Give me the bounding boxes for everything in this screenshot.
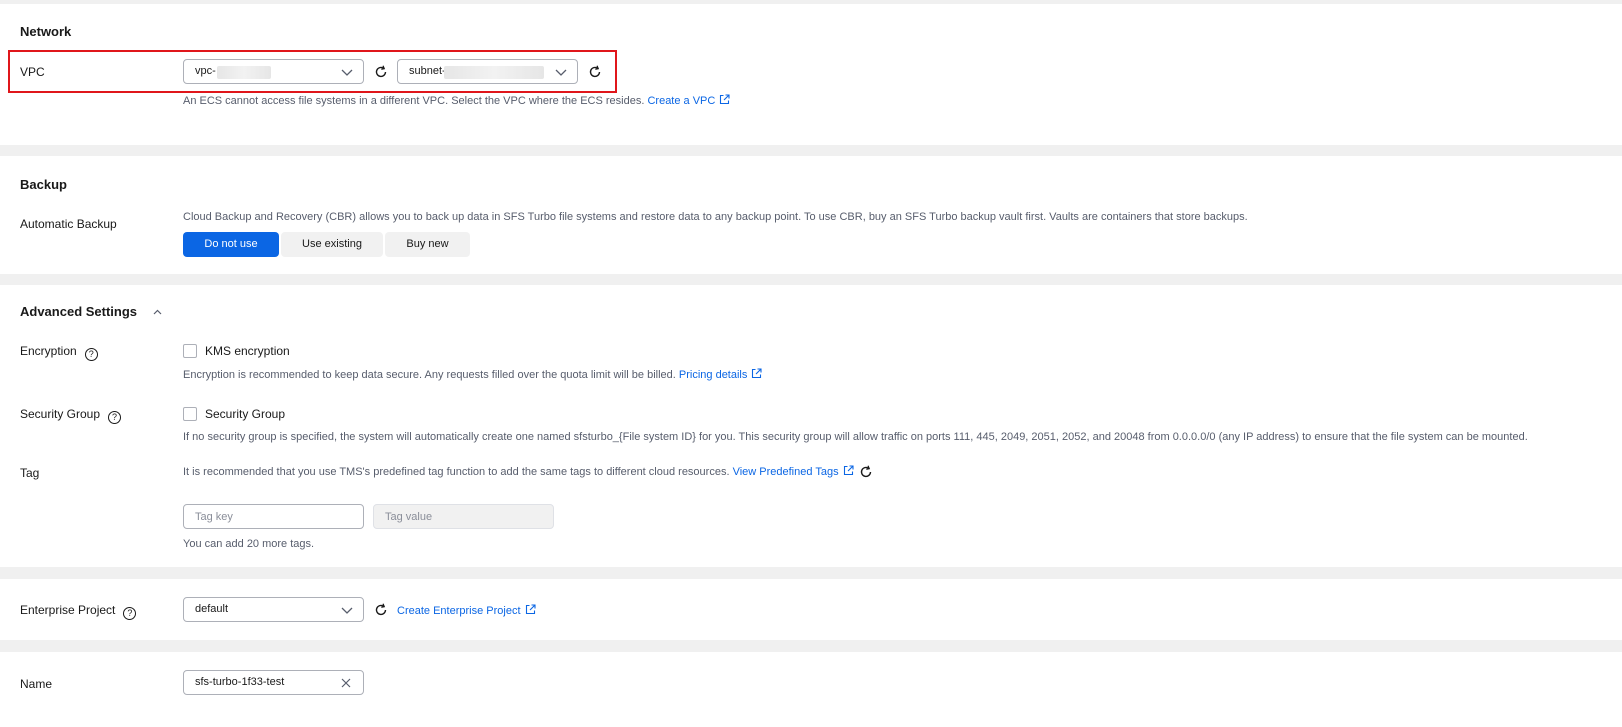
kms-encryption-checkbox[interactable]	[183, 344, 197, 358]
security-group-label: Security Group?	[20, 407, 122, 424]
enterprise-project-value: default	[195, 603, 229, 615]
tag-label: Tag	[20, 466, 40, 480]
backup-title: Backup	[20, 177, 67, 192]
name-input[interactable]: sfs-turbo-1f33-test	[183, 670, 364, 695]
backup-option-do-not-use[interactable]: Do not use	[183, 232, 279, 257]
tag-value-input[interactable]	[373, 504, 554, 529]
vpc-highlight-box	[8, 50, 617, 93]
enterprise-project-section: Enterprise Project? default Create Enter…	[0, 579, 1622, 640]
enterprise-project-label: Enterprise Project?	[20, 603, 137, 620]
vpc-hint-text: An ECS cannot access file systems in a d…	[183, 95, 645, 107]
external-link-icon[interactable]	[719, 94, 730, 105]
external-link-icon[interactable]	[843, 465, 854, 476]
help-icon[interactable]: ?	[123, 607, 137, 620]
backup-section: Backup Automatic Backup Cloud Backup and…	[0, 156, 1622, 274]
security-group-hint: If no security group is specified, the s…	[183, 431, 1528, 443]
name-input-value: sfs-turbo-1f33-test	[195, 676, 285, 688]
pricing-details-link[interactable]: Pricing details	[679, 369, 747, 381]
advanced-settings-section: Advanced Settings Encryption? KMS encryp…	[0, 285, 1622, 567]
encryption-hint: Encryption is recommended to keep data s…	[183, 368, 762, 381]
chevron-up-icon	[153, 309, 162, 315]
enterprise-project-label-text: Enterprise Project	[20, 603, 116, 617]
kms-encryption-label[interactable]: KMS encryption	[205, 344, 290, 358]
security-group-checkbox-label[interactable]: Security Group	[205, 407, 285, 421]
help-icon[interactable]: ?	[84, 348, 98, 361]
vpc-hint: An ECS cannot access file systems in a d…	[183, 94, 730, 107]
encryption-label: Encryption?	[20, 344, 98, 361]
security-group-checkbox[interactable]	[183, 407, 197, 421]
backup-option-buy-new[interactable]: Buy new	[385, 232, 470, 257]
encryption-label-text: Encryption	[20, 344, 77, 358]
create-enterprise-project: Create Enterprise Project	[397, 604, 536, 617]
advanced-settings-toggle[interactable]: Advanced Settings	[20, 304, 162, 319]
enterprise-project-select[interactable]: default	[183, 597, 364, 622]
advanced-settings-title: Advanced Settings	[20, 304, 138, 319]
external-link-icon[interactable]	[751, 368, 762, 379]
automatic-backup-label: Automatic Backup	[20, 217, 117, 231]
view-predefined-tags-link[interactable]: View Predefined Tags	[733, 466, 839, 478]
tag-remaining-text: You can add 20 more tags.	[183, 538, 315, 550]
backup-option-use-existing[interactable]: Use existing	[281, 232, 383, 257]
encryption-hint-text: Encryption is recommended to keep data s…	[183, 369, 676, 381]
refresh-tags-icon[interactable]	[859, 465, 873, 479]
refresh-enterprise-icon[interactable]	[374, 603, 388, 617]
tag-hint-text: It is recommended that you use TMS's pre…	[183, 466, 730, 478]
tag-key-input[interactable]	[183, 504, 364, 529]
security-group-label-text: Security Group	[20, 407, 101, 421]
backup-description: Cloud Backup and Recovery (CBR) allows y…	[183, 211, 1248, 223]
clear-icon[interactable]	[341, 678, 351, 688]
network-title: Network	[20, 24, 72, 39]
create-vpc-link[interactable]: Create a VPC	[647, 95, 715, 107]
create-enterprise-project-link[interactable]: Create Enterprise Project	[397, 605, 521, 617]
chevron-down-icon	[341, 607, 353, 614]
name-label: Name	[20, 677, 53, 691]
external-link-icon[interactable]	[525, 604, 536, 615]
tag-hint: It is recommended that you use TMS's pre…	[183, 465, 854, 478]
name-section: Name sfs-turbo-1f33-test	[0, 652, 1622, 727]
help-icon[interactable]: ?	[108, 411, 122, 424]
